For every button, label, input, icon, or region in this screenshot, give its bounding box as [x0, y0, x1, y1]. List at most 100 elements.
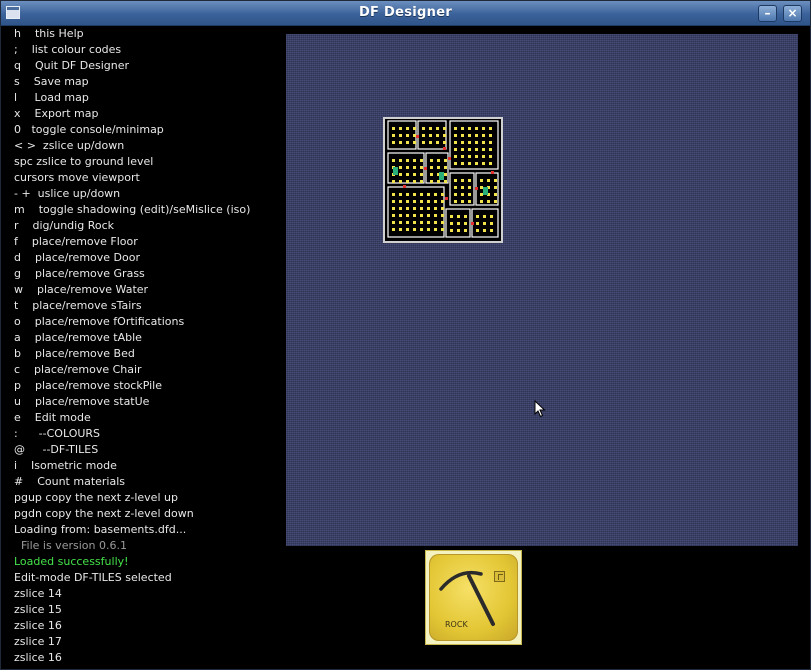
close-button[interactable]: ×: [783, 5, 802, 22]
map-viewport[interactable]: [286, 34, 798, 546]
map-furniture-tile: [406, 159, 409, 162]
map-door-tile: [445, 197, 448, 200]
map-furniture-tile: [427, 221, 430, 224]
map-furniture-tile: [429, 134, 432, 137]
map-furniture-tile: [475, 162, 478, 165]
map-furniture-tile: [413, 159, 416, 162]
map-furniture-tile: [480, 179, 483, 182]
map-furniture-tile: [454, 200, 457, 203]
map-furniture-tile: [475, 141, 478, 144]
map-furniture-tile: [429, 127, 432, 130]
map-furniture-tile: [464, 222, 467, 225]
map-furniture-tile: [444, 173, 447, 176]
map-furniture-tile: [430, 173, 433, 176]
console-line: l Load map: [14, 91, 89, 104]
map-furniture-tile: [454, 186, 457, 189]
map-furniture-tile: [482, 127, 485, 130]
console-line: zslice 15: [14, 603, 62, 616]
console-line: zslice 14: [14, 587, 62, 600]
console-line: zslice 17: [14, 635, 62, 648]
map-furniture-tile: [468, 179, 471, 182]
console-line: b place/remove Bed: [14, 347, 135, 360]
map-furniture-tile: [436, 141, 439, 144]
map-furniture-tile: [461, 134, 464, 137]
map-furniture-tile: [420, 159, 423, 162]
map-furniture-tile: [476, 215, 479, 218]
map-furniture-tile: [399, 221, 402, 224]
map-furniture-tile: [413, 228, 416, 231]
map-furniture-tile: [399, 134, 402, 137]
console-line: ; list colour codes: [14, 43, 122, 56]
map-furniture-tile: [427, 214, 430, 217]
map-furniture-tile: [392, 214, 395, 217]
map-furniture-tile: [483, 215, 486, 218]
map-furniture-tile: [413, 200, 416, 203]
map-furniture-tile: [392, 221, 395, 224]
console-line: : --COLOURS: [14, 427, 101, 440]
map-furniture-tile: [441, 214, 444, 217]
map-furniture-tile: [406, 193, 409, 196]
map-furniture-tile: [413, 221, 416, 224]
map-furniture-tile: [489, 148, 492, 151]
map-furniture-tile: [443, 127, 446, 130]
map-furniture-tile: [487, 200, 490, 203]
map-furniture-tile: [441, 207, 444, 210]
map-furniture-tile: [487, 179, 490, 182]
map-furniture-tile: [444, 180, 447, 183]
map-furniture-tile: [461, 155, 464, 158]
map-furniture-tile: [399, 214, 402, 217]
map-furniture-tile: [461, 179, 464, 182]
map-furniture-tile: [457, 215, 460, 218]
map-furniture-tile: [392, 200, 395, 203]
console-line: d place/remove Door: [14, 251, 140, 264]
map-furniture-tile: [461, 186, 464, 189]
map-furniture-tile: [429, 141, 432, 144]
map-furniture-tile: [483, 222, 486, 225]
map-furniture-tile: [406, 141, 409, 144]
console-line: a place/remove tAble: [14, 331, 142, 344]
map-furniture-tile: [420, 173, 423, 176]
tool-tile-face: ROCK: [429, 554, 518, 641]
map-furniture-tile: [399, 200, 402, 203]
pickaxe-icon: [439, 570, 495, 626]
console-line: - + uslice up/down: [14, 187, 121, 200]
map-furniture-tile: [450, 215, 453, 218]
mouse-cursor-icon: [534, 400, 546, 418]
console-line: f place/remove Floor: [14, 235, 138, 248]
map-furniture-tile: [437, 166, 440, 169]
map-furniture-tile: [392, 159, 395, 162]
map-stairs-tile: [393, 167, 398, 175]
console-line: p place/remove stockPile: [14, 379, 163, 392]
map-stairs-tile: [439, 172, 444, 180]
map-furniture-tile: [457, 229, 460, 232]
app-window: DF Designer – × h this Help ; list colour…: [0, 0, 811, 670]
map-furniture-tile: [430, 159, 433, 162]
map-minimap[interactable]: [383, 117, 503, 243]
map-furniture-tile: [450, 229, 453, 232]
console-line: o place/remove fOrtifications: [14, 315, 185, 328]
map-furniture-tile: [475, 127, 478, 130]
selected-tool-rock[interactable]: ROCK: [425, 550, 522, 645]
minimize-button[interactable]: –: [758, 5, 777, 22]
map-furniture-tile: [490, 215, 493, 218]
map-furniture-tile: [441, 228, 444, 231]
map-furniture-tile: [443, 134, 446, 137]
title-bar[interactable]: DF Designer – ×: [1, 1, 810, 26]
map-furniture-tile: [489, 141, 492, 144]
map-furniture-tile: [461, 148, 464, 151]
map-furniture-tile: [434, 228, 437, 231]
map-furniture-tile: [427, 207, 430, 210]
map-furniture-tile: [399, 173, 402, 176]
map-door-tile: [491, 171, 494, 174]
map-furniture-tile: [489, 127, 492, 130]
map-furniture-tile: [413, 214, 416, 217]
map-furniture-tile: [399, 228, 402, 231]
map-door-tile: [475, 187, 478, 190]
console-line: h this Help: [14, 27, 84, 40]
map-furniture-tile: [434, 193, 437, 196]
map-furniture-tile: [399, 159, 402, 162]
console-line: spc zslice to ground level: [14, 155, 154, 168]
map-furniture-tile: [406, 134, 409, 137]
map-furniture-tile: [468, 127, 471, 130]
console-line: Edit-mode DF-TILES selected: [14, 571, 172, 584]
